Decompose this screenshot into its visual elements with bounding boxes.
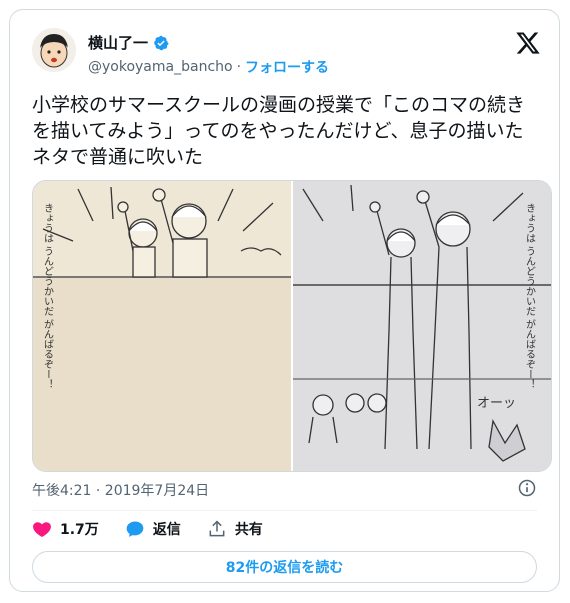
media-right-manga-panel[interactable]: きょうは うんどうかいだ がんばるぞー！ オーッ <box>293 181 551 471</box>
like-button[interactable]: 1.7万 <box>32 519 99 539</box>
left-manga-drawing: きょうは うんどうかいだ がんばるぞー！ <box>33 181 291 471</box>
share-label: 共有 <box>234 522 263 538</box>
like-count: 1.7万 <box>60 522 99 538</box>
avatar-drawing <box>32 28 76 72</box>
divider <box>32 510 537 511</box>
share-icon <box>209 520 225 537</box>
share-button[interactable]: 共有 <box>207 519 263 539</box>
author-handle[interactable]: @yokoyama_bancho <box>88 59 233 75</box>
left-caption-text: きょうは うんどうかいだ がんばるぞー！ <box>42 203 54 390</box>
author-avatar[interactable] <box>32 28 76 72</box>
heart-icon <box>33 522 51 537</box>
author-name[interactable]: 横山了一 <box>88 32 148 53</box>
tweet-card: 横山了一 @yokoyama_bancho · フォローする 小学校のサマースク… <box>9 9 560 592</box>
reply-label: 返信 <box>152 522 181 538</box>
tweet-timestamp[interactable]: 午後4:21 · 2019年7月24日 <box>32 480 209 500</box>
handle-separator: · <box>236 59 242 75</box>
action-bar: 1.7万 返信 共有 <box>32 518 289 540</box>
media-left-manga-panel[interactable]: きょうは うんどうかいだ がんばるぞー！ <box>33 181 293 471</box>
speech-bubble-icon <box>126 521 144 537</box>
reply-button[interactable]: 返信 <box>125 519 181 539</box>
right-sfx-text: オーッ <box>477 396 516 411</box>
verified-badge-icon <box>154 35 169 50</box>
follow-button[interactable]: フォローする <box>245 57 329 77</box>
right-caption-text: きょうは うんどうかいだ がんばるぞー！ <box>524 203 536 390</box>
tweet-text: 小学校のサマースクールの漫画の授業で「このコマの続きを描いてみよう」ってのをやっ… <box>32 94 526 168</box>
read-replies-button[interactable]: 82件の返信を読む <box>32 551 537 583</box>
info-icon[interactable] <box>517 478 537 498</box>
x-logo-icon[interactable] <box>515 30 541 56</box>
tweet-media[interactable]: きょうは うんどうかいだ がんばるぞー！ きょうは うんどうかいだ がんばるぞー… <box>32 180 552 472</box>
right-manga-drawing: きょうは うんどうかいだ がんばるぞー！ オーッ <box>293 181 551 471</box>
